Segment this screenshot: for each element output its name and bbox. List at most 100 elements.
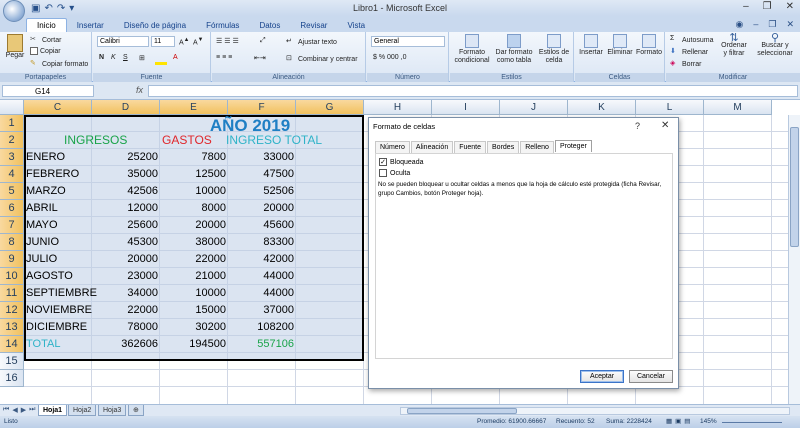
column-header-e[interactable]: E bbox=[160, 100, 228, 115]
cell-gastos[interactable]: 22000 bbox=[162, 251, 226, 268]
row-header-10[interactable]: 10 bbox=[0, 268, 24, 285]
header-ingreso-total[interactable]: INGRESO TOTAL bbox=[226, 132, 346, 149]
sheet-tab-hoja1[interactable]: Hoja1 bbox=[38, 405, 68, 416]
first-sheet-icon[interactable]: ⏮ bbox=[3, 406, 9, 414]
cell-ingresos[interactable]: 78000 bbox=[94, 319, 158, 336]
status-zoom[interactable]: 145% bbox=[700, 416, 717, 428]
cell-ingresos[interactable]: 23000 bbox=[94, 268, 158, 285]
wrap-text-button[interactable]: ↵ Ajustar texto bbox=[286, 37, 337, 47]
cell-total[interactable]: 47500 bbox=[230, 166, 294, 183]
cell-ingresos[interactable]: 20000 bbox=[94, 251, 158, 268]
cell-gastos[interactable]: 10000 bbox=[162, 285, 226, 302]
find-select-button[interactable]: ⚲ Buscar y seleccionar bbox=[754, 33, 796, 58]
bold-icon[interactable]: N bbox=[99, 54, 104, 61]
view-buttons[interactable]: ▦▣▤ bbox=[666, 416, 693, 428]
font-shrink-icon[interactable]: A▼ bbox=[193, 37, 203, 46]
cell-total[interactable]: 20000 bbox=[230, 200, 294, 217]
indent-icons[interactable]: ⇤⇥ bbox=[254, 54, 266, 62]
sheet-tab-hoja3[interactable]: Hoja3 bbox=[98, 405, 127, 416]
borders-icon[interactable]: ⊞ bbox=[139, 54, 145, 62]
format-cells-button[interactable]: Formato bbox=[635, 34, 663, 57]
tab-vista[interactable]: Vista bbox=[337, 19, 375, 32]
underline-icon[interactable]: S bbox=[123, 54, 128, 61]
bloqueada-checkbox[interactable]: ✓ Bloqueada bbox=[379, 158, 423, 166]
oculta-checkbox[interactable]: Oculta bbox=[379, 169, 410, 177]
dialog-tab-fuente[interactable]: Fuente bbox=[454, 141, 487, 153]
column-header-c[interactable]: C bbox=[24, 100, 92, 115]
format-painter-button[interactable]: ✎ Copiar formato bbox=[30, 59, 88, 69]
tab-inicio[interactable]: Inicio bbox=[26, 18, 67, 32]
cut-button[interactable]: ✂ Cortar bbox=[30, 35, 61, 45]
dialog-tab-bordes[interactable]: Bordes bbox=[487, 141, 520, 153]
orientation-icon[interactable]: ⤢ bbox=[260, 37, 266, 45]
cell-ingresos[interactable]: 12000 bbox=[94, 200, 158, 217]
restore-icon[interactable]: ❐ bbox=[763, 1, 772, 12]
row-header-8[interactable]: 8 bbox=[0, 234, 24, 251]
row-header-13[interactable]: 13 bbox=[0, 319, 24, 336]
cell-ingresos[interactable]: 22000 bbox=[94, 302, 158, 319]
help-icon[interactable]: ◉ bbox=[736, 19, 744, 30]
cell-month[interactable]: NOVIEMBRE bbox=[26, 302, 92, 319]
vertical-align-icons[interactable]: ☰☰☰ bbox=[216, 37, 241, 45]
dialog-tab-relleno[interactable]: Relleno bbox=[520, 141, 554, 153]
row-header-3[interactable]: 3 bbox=[0, 149, 24, 166]
row-header-15[interactable]: 15 bbox=[0, 353, 24, 370]
cell-total-ingresos[interactable]: 362606 bbox=[94, 336, 158, 353]
fx-icon[interactable]: fx bbox=[136, 85, 143, 95]
fill-color-icon[interactable] bbox=[155, 62, 167, 65]
insert-sheet-icon[interactable]: ⊕ bbox=[128, 405, 144, 416]
italic-icon[interactable]: K bbox=[111, 54, 116, 61]
row-header-16[interactable]: 16 bbox=[0, 370, 24, 387]
header-gastos[interactable]: GASTOS bbox=[162, 132, 226, 149]
format-as-table-button[interactable]: Dar formato como tabla bbox=[494, 34, 534, 65]
cell-gastos[interactable]: 7800 bbox=[162, 149, 226, 166]
cell-month[interactable]: JULIO bbox=[26, 251, 90, 268]
column-header-g[interactable]: G bbox=[296, 100, 364, 115]
row-header-7[interactable]: 7 bbox=[0, 217, 24, 234]
insert-cells-button[interactable]: Insertar bbox=[577, 34, 605, 57]
cell-total[interactable]: 108200 bbox=[230, 319, 294, 336]
cell-ingresos[interactable]: 42506 bbox=[94, 183, 158, 200]
formula-input[interactable] bbox=[148, 85, 798, 97]
prev-sheet-icon[interactable]: ◀ bbox=[12, 406, 17, 414]
conditional-format-button[interactable]: Formato condicional bbox=[452, 34, 492, 65]
number-format-icons[interactable]: $ % 000 ,0 bbox=[373, 54, 406, 61]
cell-ingresos[interactable]: 25600 bbox=[94, 217, 158, 234]
office-button[interactable] bbox=[3, 0, 25, 22]
tab-revisar[interactable]: Revisar bbox=[290, 19, 337, 32]
column-header-f[interactable]: F bbox=[228, 100, 296, 115]
wb-restore-icon[interactable]: ❐ bbox=[768, 19, 776, 30]
cell-month[interactable]: JUNIO bbox=[26, 234, 90, 251]
row-header-5[interactable]: 5 bbox=[0, 183, 24, 200]
dialog-tab-numero[interactable]: Número bbox=[375, 141, 410, 153]
row-header-14[interactable]: 14 bbox=[0, 336, 24, 353]
delete-cells-button[interactable]: Eliminar bbox=[606, 34, 634, 57]
cell-month[interactable]: MARZO bbox=[26, 183, 90, 200]
cell-total[interactable]: 52506 bbox=[230, 183, 294, 200]
font-grow-icon[interactable]: A▲ bbox=[179, 37, 189, 46]
column-header-i[interactable]: I bbox=[432, 100, 500, 115]
cell-gastos[interactable]: 21000 bbox=[162, 268, 226, 285]
next-sheet-icon[interactable]: ▶ bbox=[21, 406, 26, 414]
column-header-d[interactable]: D bbox=[92, 100, 160, 115]
select-all-corner[interactable] bbox=[0, 100, 24, 115]
minimize-icon[interactable]: – bbox=[743, 1, 749, 12]
name-box[interactable]: G14 bbox=[2, 85, 94, 97]
cell-total[interactable]: 83300 bbox=[230, 234, 294, 251]
vertical-scrollbar[interactable] bbox=[788, 115, 800, 404]
cell-gastos[interactable]: 10000 bbox=[162, 183, 226, 200]
copy-button[interactable]: Copiar bbox=[30, 47, 61, 55]
cell-month[interactable]: ABRIL bbox=[26, 200, 90, 217]
cell-ingresos[interactable]: 25200 bbox=[94, 149, 158, 166]
last-sheet-icon[interactable]: ⏭ bbox=[29, 406, 35, 414]
cell-gastos[interactable]: 15000 bbox=[162, 302, 226, 319]
cell-ingresos[interactable]: 35000 bbox=[94, 166, 158, 183]
horizontal-scrollbar[interactable] bbox=[400, 407, 790, 415]
paste-button[interactable]: Pegar bbox=[4, 34, 26, 60]
horizontal-align-icons[interactable]: ≡≡≡ bbox=[216, 54, 234, 61]
cell-total-total[interactable]: 557106 bbox=[230, 336, 294, 353]
cell-total-gastos[interactable]: 194500 bbox=[162, 336, 226, 353]
cell-gastos[interactable]: 20000 bbox=[162, 217, 226, 234]
cell-month[interactable]: SEPTIEMBRE bbox=[26, 285, 97, 302]
cell-total[interactable]: 33000 bbox=[230, 149, 294, 166]
